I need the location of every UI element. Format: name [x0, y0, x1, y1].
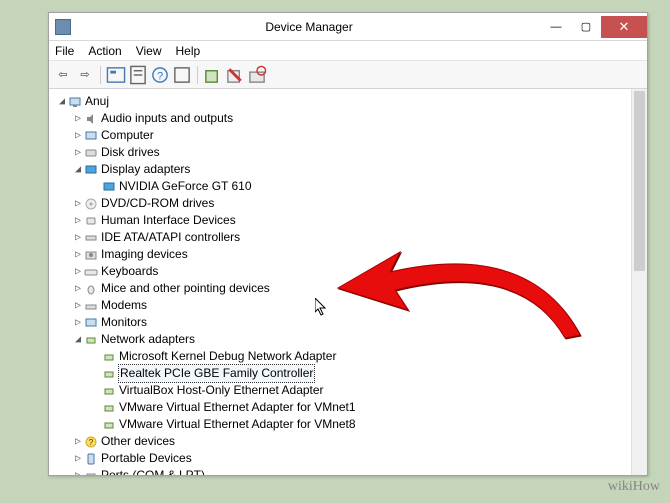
- display-icon: [102, 180, 116, 194]
- menu-view[interactable]: View: [134, 44, 164, 58]
- vertical-scrollbar[interactable]: [631, 89, 647, 475]
- nic-icon: [102, 418, 116, 432]
- tree-cat-monitors[interactable]: ▷Monitors: [51, 314, 629, 331]
- forward-button[interactable]: ⇨: [75, 65, 95, 85]
- tree-item-net-kernel[interactable]: Microsoft Kernel Debug Network Adapter: [51, 348, 629, 365]
- toolbar: ⇦ ⇨ ?: [49, 61, 647, 89]
- tree-item-net-vmnet1[interactable]: VMware Virtual Ethernet Adapter for VMne…: [51, 399, 629, 416]
- mouse-icon: [84, 282, 98, 296]
- modem-icon: [84, 299, 98, 313]
- device-tree[interactable]: ◢Anuj ▷Audio inputs and outputs ▷Compute…: [49, 89, 631, 475]
- ports-icon: [84, 469, 98, 476]
- help-button[interactable]: ?: [150, 65, 170, 85]
- tree-cat-ide[interactable]: ▷IDE ATA/ATAPI controllers: [51, 229, 629, 246]
- show-hidden-button[interactable]: [106, 65, 126, 85]
- ide-icon: [84, 231, 98, 245]
- tree-cat-dvd[interactable]: ▷DVD/CD-ROM drives: [51, 195, 629, 212]
- scan-hardware-button[interactable]: [247, 65, 267, 85]
- tree-cat-keyboards[interactable]: ▷Keyboards: [51, 263, 629, 280]
- tree-cat-portable[interactable]: ▷Portable Devices: [51, 450, 629, 467]
- tree-cat-audio[interactable]: ▷Audio inputs and outputs: [51, 110, 629, 127]
- minimize-button[interactable]: —: [541, 16, 571, 38]
- uninstall-button[interactable]: [225, 65, 245, 85]
- imaging-icon: [84, 248, 98, 262]
- nic-icon: [102, 350, 116, 364]
- tree-cat-ports[interactable]: ▷Ports (COM & LPT): [51, 467, 629, 475]
- properties-button[interactable]: [128, 65, 148, 85]
- tree-item-net-realtek[interactable]: Realtek PCIe GBE Family Controller: [51, 365, 629, 382]
- tree-item-gpu[interactable]: NVIDIA GeForce GT 610: [51, 178, 629, 195]
- tree-cat-network[interactable]: ◢Network adapters: [51, 331, 629, 348]
- scrollbar-thumb[interactable]: [634, 91, 645, 271]
- window-title: Device Manager: [77, 20, 541, 34]
- portable-icon: [84, 452, 98, 466]
- audio-icon: [84, 112, 98, 126]
- hid-icon: [84, 214, 98, 228]
- tree-item-net-vbox[interactable]: VirtualBox Host-Only Ethernet Adapter: [51, 382, 629, 399]
- menubar: File Action View Help: [49, 41, 647, 61]
- back-button[interactable]: ⇦: [53, 65, 73, 85]
- svg-text:?: ?: [89, 438, 94, 447]
- tree-root[interactable]: ◢Anuj: [51, 93, 629, 110]
- titlebar: Device Manager — ▢ ✕: [49, 13, 647, 41]
- app-icon: [55, 19, 71, 35]
- device-manager-window: Device Manager — ▢ ✕ File Action View He…: [48, 12, 648, 476]
- tree-cat-disk[interactable]: ▷Disk drives: [51, 144, 629, 161]
- display-icon: [84, 163, 98, 177]
- computer-icon: [68, 95, 82, 109]
- other-icon: ?: [84, 435, 98, 449]
- tree-cat-hid[interactable]: ▷Human Interface Devices: [51, 212, 629, 229]
- maximize-button[interactable]: ▢: [571, 16, 601, 38]
- tree-cat-computer[interactable]: ▷Computer: [51, 127, 629, 144]
- tree-cat-modems[interactable]: ▷Modems: [51, 297, 629, 314]
- menu-file[interactable]: File: [53, 44, 76, 58]
- dvd-icon: [84, 197, 98, 211]
- menu-action[interactable]: Action: [86, 44, 123, 58]
- nic-icon: [102, 367, 116, 381]
- monitor-icon: [84, 316, 98, 330]
- nic-icon: [102, 384, 116, 398]
- tree-cat-display[interactable]: ◢Display adapters: [51, 161, 629, 178]
- watermark: wikiHow: [608, 479, 660, 495]
- tree-cat-mice[interactable]: ▷Mice and other pointing devices: [51, 280, 629, 297]
- tree-cat-imaging[interactable]: ▷Imaging devices: [51, 246, 629, 263]
- update-driver-button[interactable]: [203, 65, 223, 85]
- action-button[interactable]: [172, 65, 192, 85]
- nic-icon: [102, 401, 116, 415]
- keyboard-icon: [84, 265, 98, 279]
- computer-icon: [84, 129, 98, 143]
- menu-help[interactable]: Help: [174, 44, 203, 58]
- svg-text:?: ?: [157, 70, 163, 82]
- disk-icon: [84, 146, 98, 160]
- tree-item-net-vmnet8[interactable]: VMware Virtual Ethernet Adapter for VMne…: [51, 416, 629, 433]
- close-button[interactable]: ✕: [601, 16, 647, 38]
- tree-cat-other[interactable]: ▷?Other devices: [51, 433, 629, 450]
- network-icon: [84, 333, 98, 347]
